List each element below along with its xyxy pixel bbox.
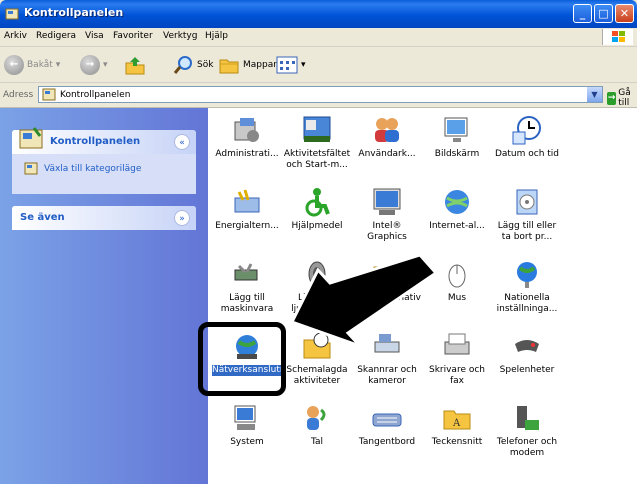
explorer-window: Kontrollpanelen _ □ ✕ Arkiv Redigera Vis… xyxy=(0,0,637,484)
annotation-arrow-icon xyxy=(289,253,439,348)
